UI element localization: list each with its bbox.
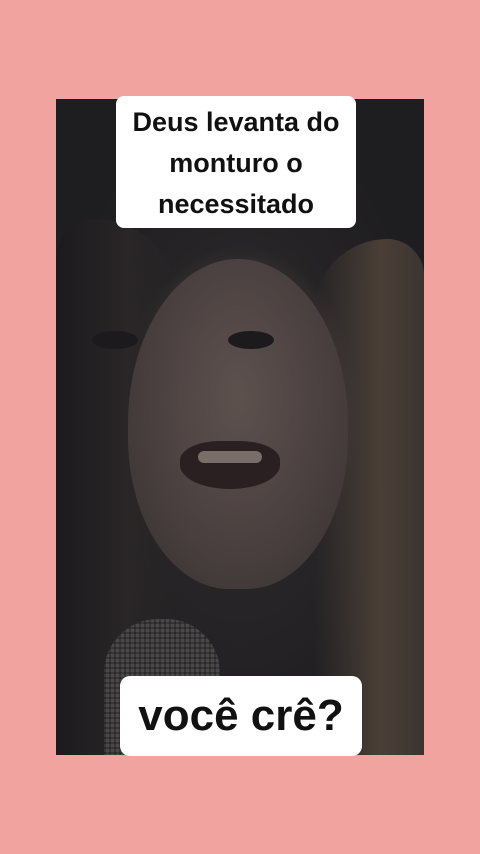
caption-top: Deus levanta do monturo o necessitado xyxy=(116,96,356,228)
caption-top-line-2: monturo o xyxy=(169,148,303,178)
story-screen: { "captions": { "top_lines": ["Deus leva… xyxy=(0,0,480,854)
right-eye xyxy=(228,331,274,349)
singer-face xyxy=(128,259,348,589)
caption-top-line-1: Deus levanta do xyxy=(132,107,340,137)
caption-top-line-3: necessitado xyxy=(157,189,315,219)
singer-mouth xyxy=(180,441,280,489)
left-eye xyxy=(92,331,138,349)
caption-bottom: você crê? xyxy=(120,676,362,756)
